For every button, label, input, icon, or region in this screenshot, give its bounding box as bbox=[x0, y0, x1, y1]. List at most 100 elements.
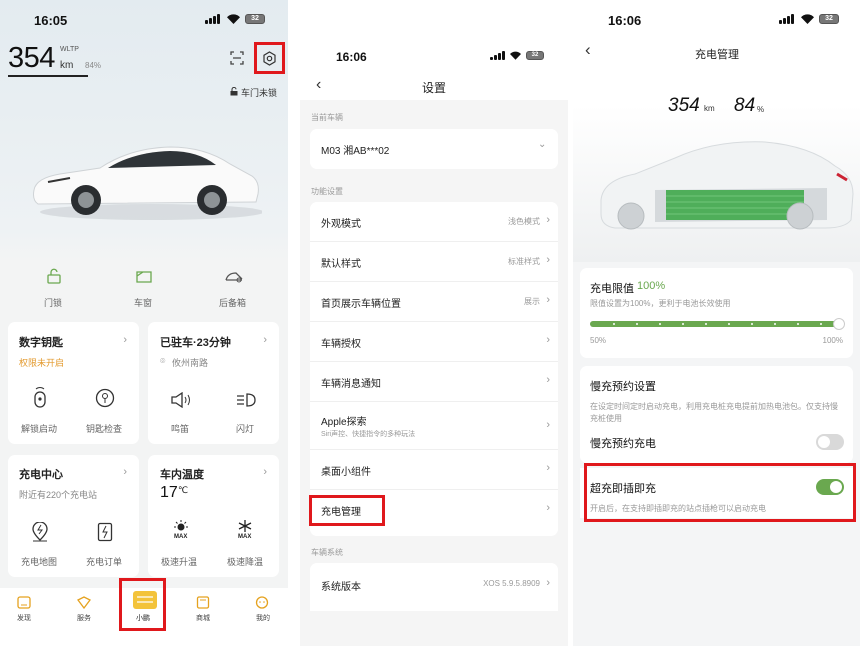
chevron-right-icon: › bbox=[546, 294, 550, 306]
page-title: 充电管理 bbox=[695, 49, 739, 61]
charge-limit-title: 充电限值 bbox=[590, 283, 634, 295]
slider-tick bbox=[774, 323, 776, 325]
charging-management-screen: 16:06 32 ‹ 充电管理 354 km 84 % 充电限值 100% 限值… bbox=[573, 0, 860, 646]
settings-screen: 16:06 32 ‹ 设置 当前车辆 M03 湘AB***02 ⌄ 功能设置 外… bbox=[288, 0, 573, 646]
service-icon[interactable] bbox=[76, 596, 92, 609]
status-bar: 16:05 32 bbox=[0, 0, 288, 40]
cabin-temp-card[interactable]: 车内温度 › 17 ℃ MAX MAX 极速升温 极速降温 bbox=[148, 455, 279, 577]
row-default-style[interactable]: 默认样式 标准样式 › bbox=[310, 242, 558, 282]
slow-charge-section-title: 慢充预约设置 bbox=[590, 381, 656, 393]
row-appearance[interactable]: 外观模式 浅色模式 › bbox=[310, 202, 558, 242]
action-label: 鸣笛 bbox=[171, 424, 190, 434]
digital-key-card[interactable]: 数字钥匙 › 权限未开启 解锁启动 钥匙检查 bbox=[8, 322, 139, 444]
sun-icon[interactable] bbox=[172, 519, 190, 533]
car-image bbox=[33, 146, 262, 220]
toggle-knob bbox=[818, 436, 830, 448]
row-label: 系统版本 bbox=[321, 582, 361, 593]
row-value: XOS 5.9.5.8909 bbox=[483, 579, 540, 588]
row-widgets[interactable]: 桌面小组件 › bbox=[310, 450, 558, 490]
highlight-plug-and-charge bbox=[584, 463, 856, 522]
slider-tick bbox=[682, 323, 684, 325]
charging-center-card[interactable]: 充电中心 › 附近有220个充电站 充电地图 充电订单 bbox=[8, 455, 139, 577]
snowflake-icon[interactable] bbox=[237, 519, 253, 533]
charge-limit-slider[interactable] bbox=[590, 318, 845, 330]
row-notifications[interactable]: 车辆消息通知 › bbox=[310, 362, 558, 402]
nav-header: ‹ 设置 bbox=[288, 72, 573, 100]
unlock-icon bbox=[230, 87, 238, 96]
chevron-right-icon: › bbox=[546, 462, 550, 474]
row-label: 默认样式 bbox=[321, 259, 361, 270]
slider-tick bbox=[659, 323, 661, 325]
row-value: 标准样式 bbox=[508, 257, 540, 266]
highlight-settings bbox=[254, 42, 285, 74]
slider-tick bbox=[751, 323, 753, 325]
action-label: 解锁启动 bbox=[21, 424, 58, 434]
max-label: MAX bbox=[174, 534, 188, 540]
action-label: 闪灯 bbox=[236, 424, 255, 434]
horn-icon[interactable] bbox=[170, 392, 192, 408]
section-system: 车辆系统 bbox=[311, 548, 343, 557]
slider-tick bbox=[797, 323, 799, 325]
range-unit: km bbox=[704, 104, 715, 113]
card-subtitle: 附近有220个充电站 bbox=[19, 490, 98, 500]
status-bar: 16:06 32 bbox=[288, 35, 573, 75]
key-fob-icon[interactable] bbox=[32, 386, 48, 408]
vehicle-selector[interactable]: M03 湘AB***02 ⌄ bbox=[310, 129, 558, 169]
control-label-trunk: 后备箱 bbox=[219, 298, 247, 308]
chevron-right-icon: › bbox=[546, 419, 550, 431]
row-value: 浅色模式 bbox=[508, 217, 540, 226]
row-system-version[interactable]: 系统版本 XOS 5.9.5.8909 › bbox=[310, 563, 558, 611]
highlight-nav-xpeng bbox=[119, 578, 166, 631]
status-time: 16:06 bbox=[336, 50, 367, 64]
battery-percent: 84% bbox=[85, 61, 102, 70]
slider-fill bbox=[590, 321, 843, 327]
row-vehicle-auth[interactable]: 车辆授权 › bbox=[310, 322, 558, 362]
chevron-right-icon: › bbox=[546, 577, 550, 589]
door-lock-icon[interactable] bbox=[46, 268, 62, 284]
chevron-down-icon[interactable]: ⌄ bbox=[538, 139, 546, 150]
signal-icon bbox=[490, 51, 505, 60]
parked-card[interactable]: 已驻车·23分钟 › ⌾ 攸州南路 鸣笛 闪灯 bbox=[148, 322, 279, 444]
trunk-icon[interactable] bbox=[224, 270, 244, 284]
home-screen: 16:05 32 354 WLTP km 84% 车门未锁 门锁 车窗 后备箱 … bbox=[0, 0, 288, 646]
discover-icon[interactable] bbox=[17, 596, 31, 609]
section-current-vehicle: 当前车辆 bbox=[311, 113, 343, 122]
slow-charge-toggle[interactable] bbox=[816, 434, 844, 450]
scan-icon[interactable] bbox=[230, 51, 244, 65]
status-time: 16:06 bbox=[608, 13, 642, 28]
nav-service[interactable]: 服务 bbox=[77, 613, 91, 623]
slider-tick bbox=[705, 323, 707, 325]
card-title: 车内温度 bbox=[160, 469, 204, 481]
nav-me[interactable]: 我的 bbox=[256, 613, 270, 623]
battery-percent: 84 bbox=[734, 95, 756, 116]
status-time: 16:05 bbox=[34, 13, 68, 28]
charging-map-icon[interactable] bbox=[31, 522, 49, 542]
battery-icon: 32 bbox=[245, 14, 265, 24]
slider-handle[interactable] bbox=[833, 318, 845, 330]
charging-order-icon[interactable] bbox=[97, 522, 113, 542]
action-label: 钥匙检查 bbox=[86, 424, 123, 434]
nav-mall[interactable]: 商城 bbox=[196, 613, 210, 623]
window-icon[interactable] bbox=[135, 270, 153, 284]
chevron-right-icon: › bbox=[546, 334, 550, 346]
nav-discover[interactable]: 发现 bbox=[17, 613, 31, 623]
back-icon[interactable]: ‹ bbox=[585, 40, 591, 60]
profile-icon[interactable] bbox=[255, 596, 269, 609]
key-check-icon[interactable] bbox=[95, 388, 115, 408]
battery-icon: 32 bbox=[526, 51, 544, 60]
flash-lights-icon[interactable] bbox=[235, 392, 257, 408]
location-pin-icon: ⌾ bbox=[160, 356, 166, 366]
row-home-location[interactable]: 首页展示车辆位置 展示 › bbox=[310, 282, 558, 322]
page-title: 设置 bbox=[422, 81, 447, 95]
percent-unit: % bbox=[757, 105, 765, 114]
slider-max-label: 100% bbox=[822, 336, 843, 345]
chevron-right-icon: › bbox=[546, 502, 550, 514]
wifi-icon bbox=[801, 14, 814, 24]
mall-icon[interactable] bbox=[196, 596, 210, 609]
back-icon[interactable]: ‹ bbox=[316, 76, 321, 94]
temp-unit: ℃ bbox=[178, 485, 189, 495]
action-label: 充电订单 bbox=[86, 557, 123, 567]
row-apple[interactable]: Apple探索 Siri声控、快捷指令的多种玩法 › bbox=[310, 402, 558, 450]
row-label: 首页展示车辆位置 bbox=[321, 299, 401, 310]
charge-limit-desc: 限值设置为100%，更利于电池长效使用 bbox=[590, 299, 731, 308]
